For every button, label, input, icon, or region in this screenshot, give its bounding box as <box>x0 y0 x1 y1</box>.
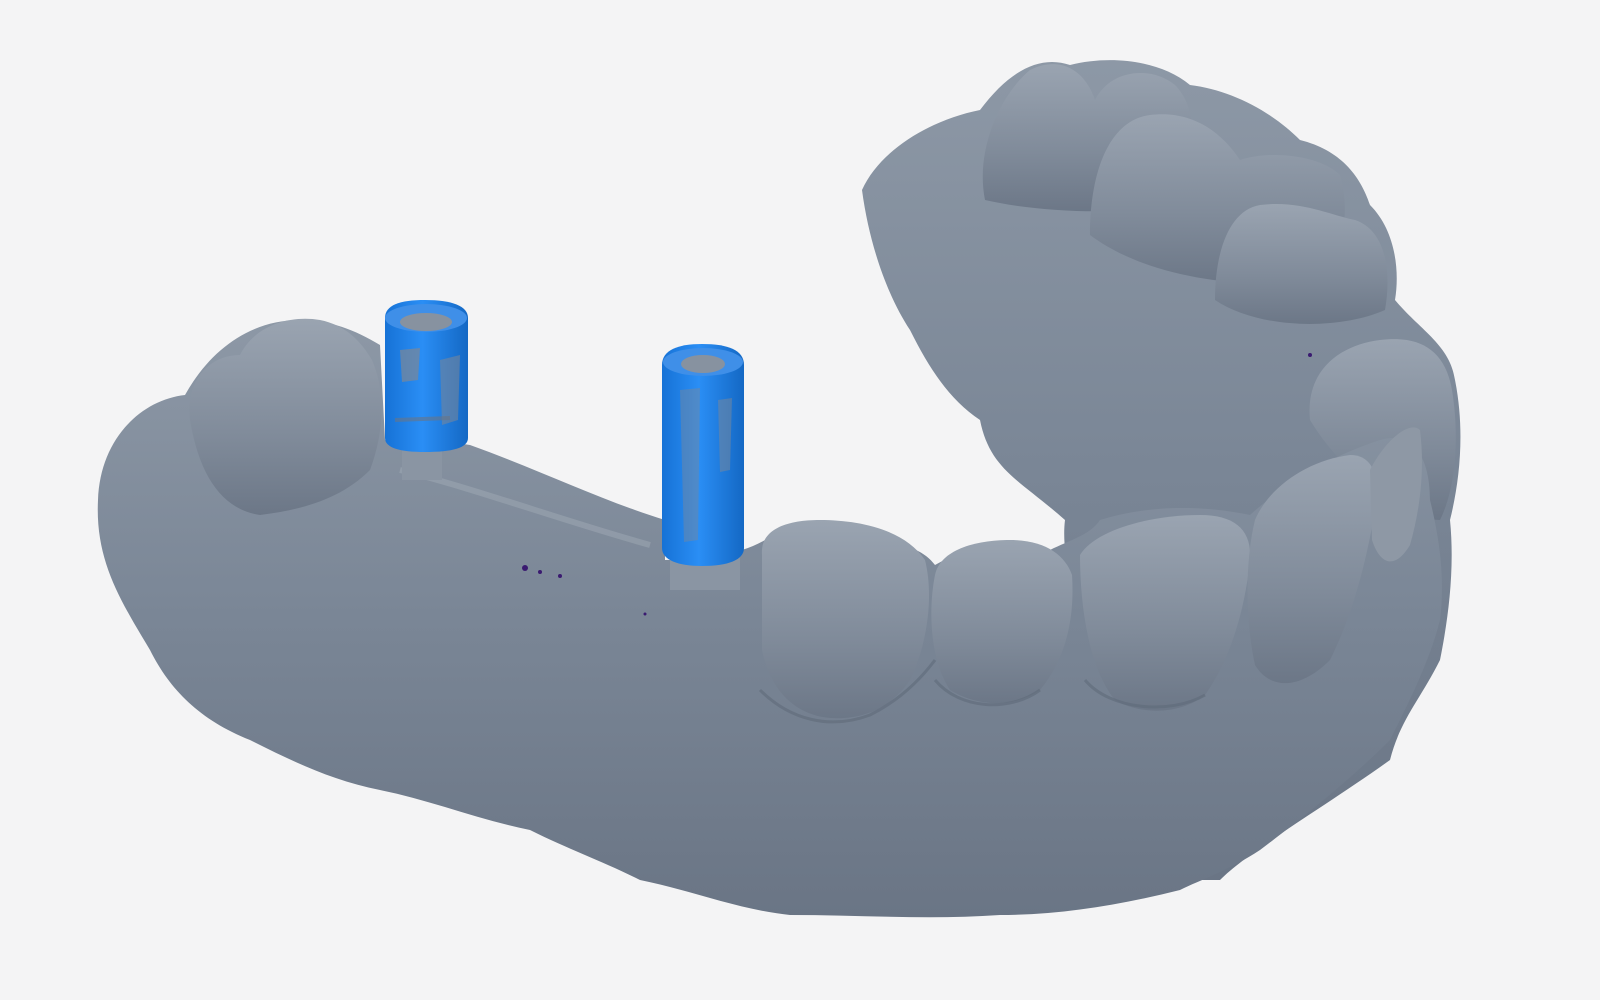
scan-body-right[interactable] <box>662 344 744 590</box>
dental-scan-model[interactable] <box>0 0 1600 1000</box>
3d-viewport[interactable] <box>0 0 1600 1000</box>
